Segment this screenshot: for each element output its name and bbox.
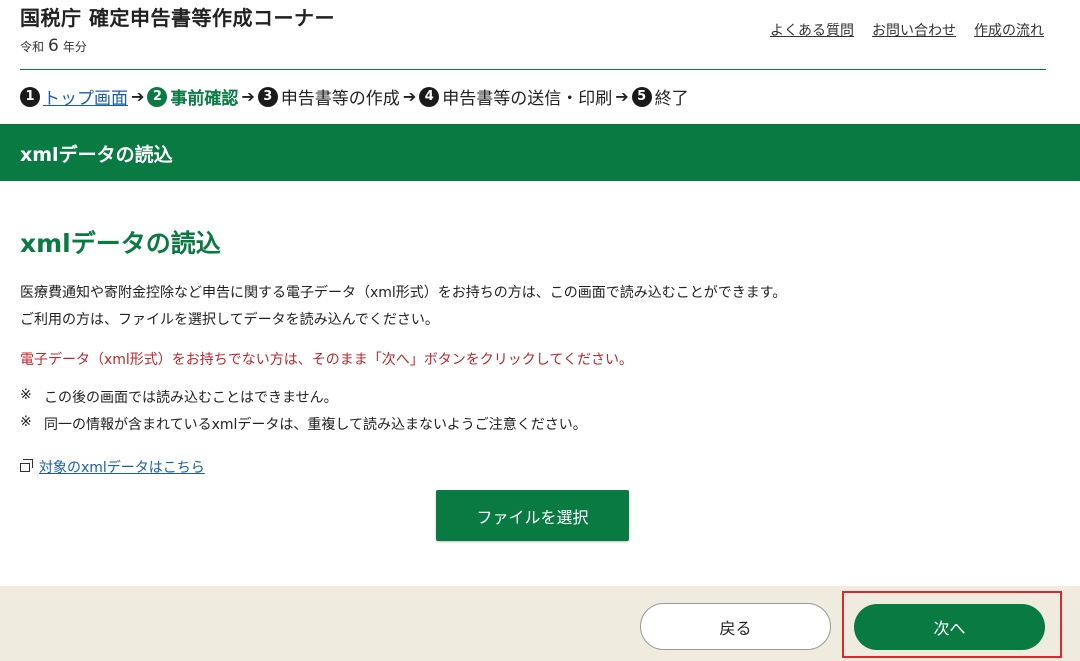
step-current-label: 事前確認 <box>170 89 239 109</box>
contact-link[interactable]: お問い合わせ <box>872 20 956 40</box>
step-2-icon: 2 <box>147 86 168 107</box>
arrow-right-icon: ➔ <box>402 87 417 106</box>
note-1: ※ この後の画面では読み込むことはできません。 <box>20 387 338 407</box>
header-links: よくある質問 お問い合わせ 作成の流れ <box>770 20 1044 40</box>
intro-text-1: 医療費通知や寄附金控除など申告に関する電子データ（xml形式）をお持ちの方は、こ… <box>20 285 787 301</box>
red-notice: 電子データ（xml形式）をお持ちでない方は、そのまま「次へ」ボタンをクリックして… <box>20 352 633 368</box>
step-end-label: 終了 <box>654 89 689 109</box>
step-5-icon: 5 <box>631 86 652 107</box>
progress-steps: 1 トップ画面 ➔ 2 事前確認 ➔ 3 申告書等の作成 ➔ 4 申告書等の送信・印刷 … <box>20 84 689 109</box>
flow-link[interactable]: 作成の流れ <box>974 20 1044 40</box>
site-title: 国税庁 確定申告書等作成コーナー <box>20 6 335 30</box>
arrow-right-icon: ➔ <box>241 87 255 106</box>
step-create-label: 申告書等の作成 <box>280 89 400 109</box>
xml-target-link[interactable]: 対象のxmlデータはこちら <box>20 457 205 477</box>
step-3-icon: 3 <box>257 86 278 107</box>
note-mark: ※ <box>20 414 32 430</box>
era-number: 6 <box>48 36 59 56</box>
step-top-link[interactable]: トップ画面 <box>43 84 128 109</box>
arrow-right-icon: ➔ <box>615 87 629 106</box>
next-button[interactable]: 次へ <box>854 604 1045 650</box>
header: 国税庁 確定申告書等作成コーナー 令和 6 年分 よくある質問 お問い合わせ 作成の… <box>0 0 1080 70</box>
note-2: ※ 同一の情報が含まれているxmlデータは、重複して読み込まないようご注意ください… <box>20 414 587 434</box>
step-4-icon: 4 <box>419 86 440 107</box>
arrow-right-icon: ➔ <box>131 87 145 106</box>
faq-link[interactable]: よくある質問 <box>770 20 854 40</box>
xml-target-link-text[interactable]: 対象のxmlデータはこちら <box>39 457 205 477</box>
note-mark: ※ <box>20 387 32 403</box>
note-2-text: 同一の情報が含まれているxmlデータは、重複して読み込まないようご注意ください。 <box>44 417 587 433</box>
note-1-text: この後の画面では読み込むことはできません。 <box>44 390 338 406</box>
tax-year: 令和 6 年分 <box>20 36 87 56</box>
era-prefix: 令和 <box>20 40 45 54</box>
header-divider <box>20 69 1046 70</box>
select-file-button[interactable]: ファイルを選択 <box>436 490 629 541</box>
back-button[interactable]: 戻る <box>640 603 831 650</box>
section-banner: xmlデータの読込 <box>0 124 1080 181</box>
step-1-icon: 1 <box>20 86 40 107</box>
page-title: xmlデータの読込 <box>20 229 221 258</box>
step-send-label: 申告書等の送信・印刷 <box>442 89 613 109</box>
era-suffix: 年分 <box>62 40 87 54</box>
banner-title: xmlデータの読込 <box>20 144 173 166</box>
external-window-icon <box>20 458 33 472</box>
intro-text-2: ご利用の方は、ファイルを選択してデータを読み込んでください。 <box>20 312 439 328</box>
